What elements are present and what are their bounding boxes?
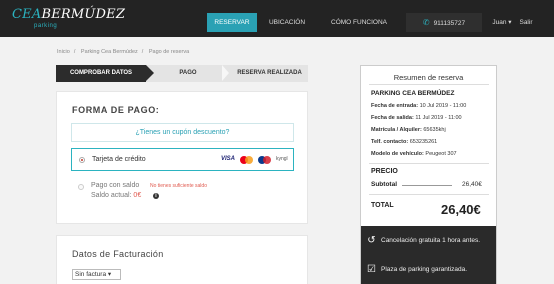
summary-parking-name: PARKING CEA BERMÚDEZ xyxy=(371,90,455,97)
calendar-check-icon: ☑ xyxy=(367,264,376,275)
coupon-button[interactable]: ¿Tienes un cupón descuento? xyxy=(71,123,294,142)
cancel-clock-icon: ↺ xyxy=(367,235,376,246)
precio-label: PRECIO xyxy=(371,168,398,175)
summary-features: ↺ Cancelación gratuita 1 hora antes. ☑ P… xyxy=(361,226,496,284)
logout-link[interactable]: Salir xyxy=(516,13,536,32)
billing-title: Datos de Facturación xyxy=(72,249,164,259)
logo[interactable]: CEABERMÚDEZ parking xyxy=(12,7,125,31)
step-pago: PAGO xyxy=(179,70,197,76)
info-icon[interactable]: i xyxy=(153,193,159,199)
fecha-salida: Fecha de salida: 11 Jul 2019 - 11:00 xyxy=(371,115,462,121)
breadcrumb-current: Pago de reserva xyxy=(148,49,190,55)
payment-title: FORMA DE PAGO: xyxy=(72,105,160,115)
nav-como-funciona[interactable]: CÓMO FUNCIONA xyxy=(326,13,392,32)
credit-card-option[interactable]: Tarjeta de crédito VISA kyngl xyxy=(71,148,294,171)
total-label: TOTAL xyxy=(371,202,394,209)
total-value: 26,40€ xyxy=(441,202,481,217)
subtotal-label: Subtotal xyxy=(371,181,397,188)
credit-card-radio[interactable] xyxy=(79,157,85,163)
step-comprobar-datos: COMPROBAR DATOS xyxy=(56,65,154,82)
nav-ubicacion[interactable]: UBICACIÓN xyxy=(264,13,310,32)
saldo-label: Pago con saldo xyxy=(91,182,140,189)
progress-steps: COMPROBAR DATOS PAGO RESERVA REALIZADA xyxy=(56,65,308,82)
saldo-actual: Saldo actual: 0€ xyxy=(91,192,142,199)
saldo-warning: No tienes suficiente saldo xyxy=(150,183,207,189)
invoice-select[interactable]: Sin factura ▾ xyxy=(72,269,121,280)
top-navbar: CEABERMÚDEZ parking RESERVAR UBICACIÓN C… xyxy=(0,0,554,37)
telefono-contacto: Telf. contacto: 653235261 xyxy=(371,139,438,145)
feature-cancelacion: Cancelación gratuita 1 hora antes. xyxy=(381,237,481,244)
reservation-summary: Resumen de reserva PARKING CEA BERMÚDEZ … xyxy=(360,65,497,284)
nav-reservar[interactable]: RESERVAR xyxy=(207,13,257,32)
mastercard-icon xyxy=(240,156,254,164)
summary-title: Resumen de reserva xyxy=(393,73,464,82)
step-reserva-realizada: RESERVA REALIZADA xyxy=(237,70,302,76)
subtotal-value: 26,40€ xyxy=(462,181,482,188)
modelo-vehiculo: Modelo de vehículo: Peugeot 307 xyxy=(371,151,457,157)
fecha-entrada: Fecha de entrada: 10 Jul 2019 - 11:00 xyxy=(371,103,467,109)
breadcrumb-inicio[interactable]: Inicio xyxy=(57,49,70,55)
breadcrumb: Inicio / Parking Cea Bermúdez / Pago de re… xyxy=(57,49,190,55)
breadcrumb-parking[interactable]: Parking Cea Bermúdez xyxy=(81,49,138,55)
billing-card: Datos de Facturación Sin factura ▾ xyxy=(56,235,308,284)
maestro-icon xyxy=(258,156,272,164)
divider xyxy=(369,84,489,85)
saldo-radio[interactable] xyxy=(78,184,84,190)
phone-icon: ✆ xyxy=(422,18,430,27)
nav-phone[interactable]: ✆ 911135727 xyxy=(406,13,482,32)
subtotal-leader xyxy=(402,185,452,186)
divider xyxy=(369,194,489,195)
feature-plaza: Plaza de parking garantizada. xyxy=(381,266,468,273)
credit-card-label: Tarjeta de crédito xyxy=(92,156,146,163)
payment-card: FORMA DE PAGO: ¿Tienes un cupón descuent… xyxy=(56,91,308,224)
card-brand-icon: kyngl xyxy=(276,156,288,162)
logo-subtitle: parking xyxy=(34,23,58,29)
visa-icon: VISA xyxy=(221,156,236,162)
divider xyxy=(369,163,489,164)
user-menu[interactable]: Juan ▾ xyxy=(485,13,519,32)
matricula: Matrícula / Alquiler: 65635khj xyxy=(371,127,446,133)
logo-text: CEABERMÚDEZ xyxy=(12,7,126,22)
